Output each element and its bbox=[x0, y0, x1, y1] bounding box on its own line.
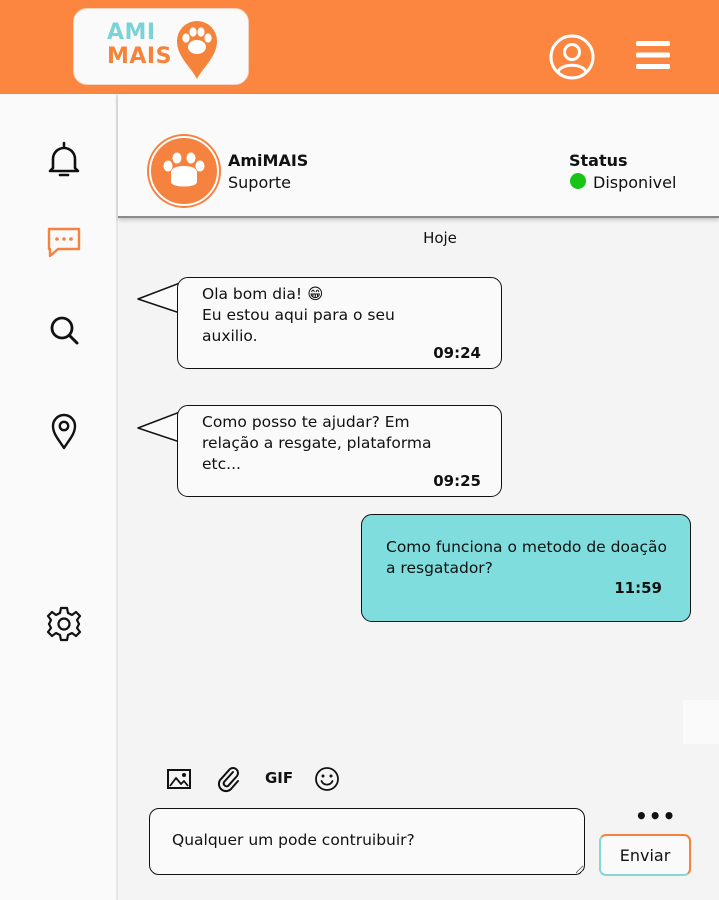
message-time: 09:24 bbox=[433, 344, 481, 362]
gif-button[interactable]: GIF bbox=[265, 769, 293, 787]
avatar bbox=[149, 136, 219, 206]
logo-line-2: MAIS bbox=[107, 44, 172, 69]
bubble-tail bbox=[137, 411, 180, 443]
status-title: Status bbox=[569, 151, 628, 170]
message-text: Ola bom dia! 😁 Eu estou aqui para o seu … bbox=[202, 285, 395, 345]
message-text: Como posso te ajudar? Em relação a resga… bbox=[202, 413, 432, 473]
search-icon[interactable] bbox=[44, 310, 84, 350]
paperclip-icon[interactable] bbox=[215, 765, 243, 793]
logo-line-1: AMI bbox=[107, 20, 156, 45]
user-account-icon[interactable] bbox=[548, 34, 596, 80]
contact-role: Suporte bbox=[228, 173, 291, 192]
message-text: Como funciona o metodo de doação a resga… bbox=[386, 538, 667, 577]
gear-icon[interactable] bbox=[44, 604, 84, 644]
contact-name: AmiMAIS bbox=[228, 151, 309, 170]
hamburger-menu-icon[interactable] bbox=[635, 38, 671, 72]
status-indicator bbox=[570, 173, 586, 189]
status-value: Disponivel bbox=[593, 173, 677, 192]
paw-pin-icon bbox=[177, 21, 217, 79]
message-time: 11:59 bbox=[614, 579, 662, 597]
logo-text: AMI MAIS bbox=[107, 21, 172, 69]
bell-icon[interactable] bbox=[44, 140, 84, 180]
image-icon[interactable] bbox=[165, 765, 193, 793]
message-bubble-incoming: Como posso te ajudar? Em relação a resga… bbox=[177, 405, 502, 497]
emoji-icon[interactable] bbox=[313, 765, 341, 793]
chat-icon[interactable] bbox=[44, 222, 84, 262]
send-button[interactable]: Enviar bbox=[599, 834, 691, 876]
message-time: 09:25 bbox=[433, 472, 481, 490]
paw-icon bbox=[163, 152, 205, 187]
scroll-area bbox=[683, 700, 719, 744]
chat-header: AmiMAIS Suporte Status Disponivel bbox=[118, 94, 719, 218]
more-options-button[interactable]: ••• bbox=[635, 804, 676, 828]
message-input[interactable]: Qualquer um pode contruibuir? bbox=[149, 808, 585, 875]
bubble-tail bbox=[137, 282, 180, 314]
location-pin-icon[interactable] bbox=[44, 412, 84, 452]
sidebar bbox=[0, 94, 118, 900]
date-separator: Hoje bbox=[423, 229, 457, 247]
message-bubble-outgoing: Como funciona o metodo de doação a resga… bbox=[361, 514, 691, 622]
app-logo[interactable]: AMI MAIS bbox=[73, 8, 249, 85]
top-bar: AMI MAIS bbox=[0, 0, 719, 94]
message-bubble-incoming: Ola bom dia! 😁 Eu estou aqui para o seu … bbox=[177, 277, 502, 369]
